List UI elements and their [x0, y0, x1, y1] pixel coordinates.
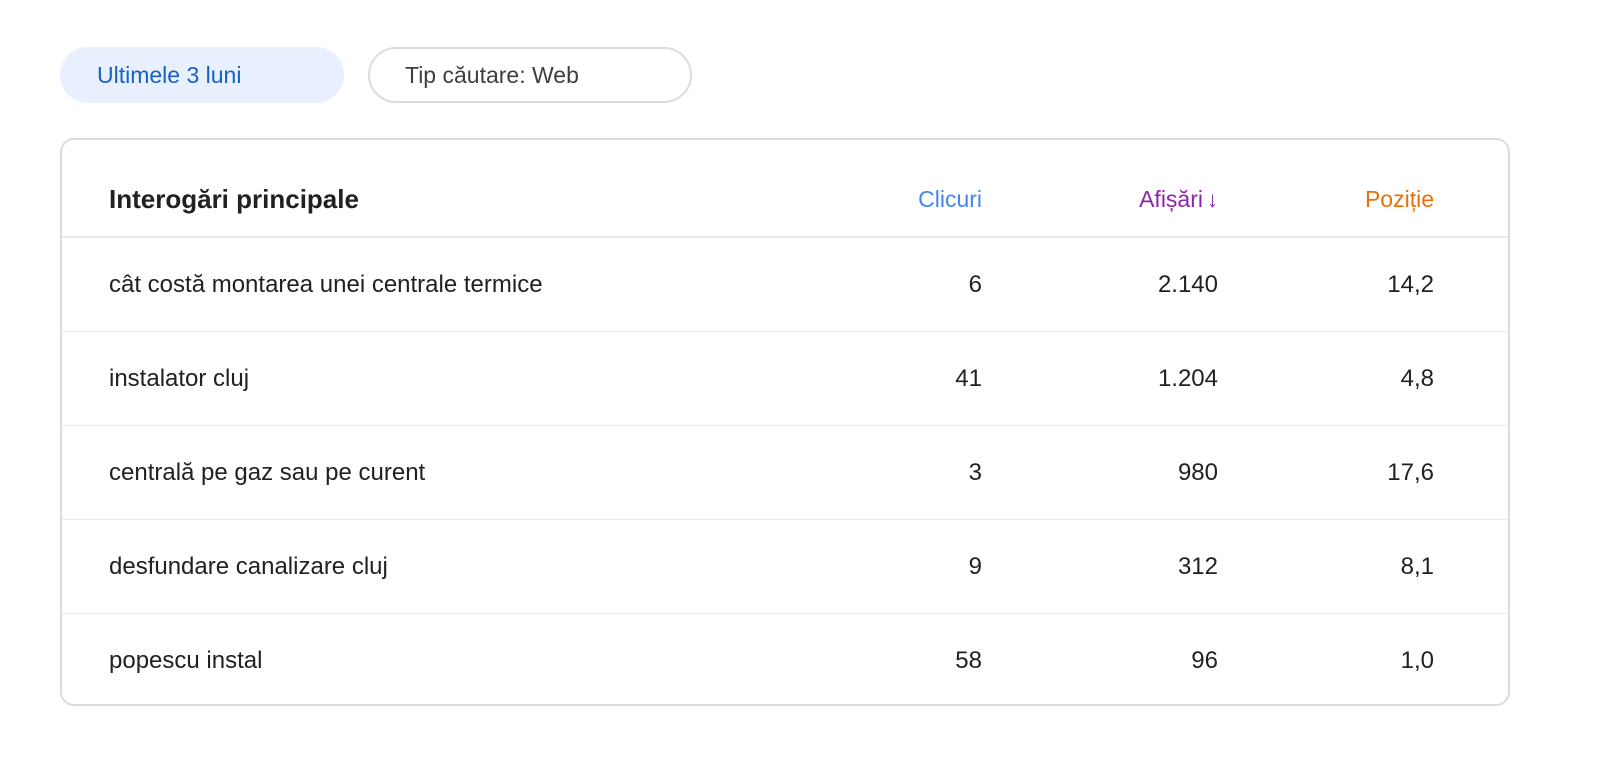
column-header-impressions[interactable]: Afișări ↓	[982, 186, 1218, 213]
clicks-cell: 41	[955, 364, 982, 392]
position-cell: 1,0	[1400, 647, 1434, 674]
clicks-cell: 3	[968, 458, 982, 486]
date-range-label: Ultimele 3 luni	[97, 61, 242, 88]
table-row[interactable]: popescu instal 58 96 1,0	[62, 614, 1508, 704]
impressions-cell: 980	[1177, 458, 1218, 486]
impressions-cell: 312	[1177, 552, 1218, 580]
table-row[interactable]: cât costă montarea unei centrale termice…	[62, 238, 1508, 332]
column-header-clicks[interactable]: Clicuri	[762, 186, 982, 213]
impressions-cell: 2.140	[1157, 270, 1218, 298]
query-cell: instalator cluj	[109, 364, 250, 392]
impressions-header-label: Afișări	[1139, 186, 1203, 212]
query-cell: centrală pe gaz sau pe curent	[109, 458, 426, 486]
clicks-cell: 9	[968, 552, 982, 580]
sort-descending-icon: ↓	[1207, 187, 1218, 212]
position-cell: 4,8	[1400, 364, 1434, 392]
column-header-position[interactable]: Poziție	[1218, 186, 1434, 213]
column-header-query: Interogări principale	[109, 184, 359, 214]
query-cell: desfundare canalizare cluj	[109, 552, 388, 580]
clicks-cell: 6	[968, 270, 982, 298]
query-cell: cât costă montarea unei centrale termice	[109, 270, 543, 298]
clicks-cell: 58	[955, 647, 982, 674]
search-type-label: Tip căutare: Web	[405, 61, 579, 88]
query-cell: popescu instal	[109, 647, 263, 674]
position-cell: 17,6	[1387, 458, 1434, 486]
position-cell: 14,2	[1387, 270, 1434, 298]
search-type-filter-chip[interactable]: Tip căutare: Web	[368, 47, 692, 103]
position-cell: 8,1	[1400, 552, 1434, 580]
table-row[interactable]: centrală pe gaz sau pe curent 3 980 17,6	[62, 426, 1508, 520]
date-range-filter-chip[interactable]: Ultimele 3 luni	[60, 47, 344, 103]
table-row[interactable]: desfundare canalizare cluj 9 312 8,1	[62, 520, 1508, 614]
queries-table-card: Interogări principale Clicuri Afișări ↓ P…	[60, 138, 1510, 706]
table-row[interactable]: instalator cluj 41 1.204 4,8	[62, 332, 1508, 426]
table-header-row: Interogări principale Clicuri Afișări ↓ P…	[62, 140, 1508, 238]
impressions-cell: 96	[1191, 647, 1218, 674]
impressions-cell: 1.204	[1157, 364, 1218, 392]
filter-bar: Ultimele 3 luni Tip căutare: Web	[60, 47, 692, 103]
